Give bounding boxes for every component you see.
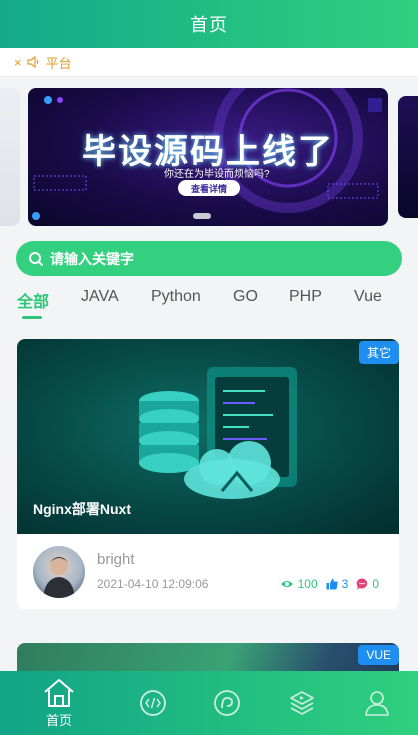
tab-vue[interactable]: Vue [354,288,382,306]
avatar-image [43,557,75,598]
tabbar-item-profile[interactable] [347,671,407,735]
eye-icon [280,581,293,587]
notice-text: 平台 [45,55,72,71]
category-badge: 其它 [358,341,399,364]
thumbs-up-icon [326,578,338,590]
tab-java[interactable]: JAVA [81,288,119,306]
tab-all[interactable]: 全部 [17,288,49,312]
comment-count: 0 [372,577,379,591]
app-header: 首页 [0,0,418,48]
compass-icon [214,690,240,716]
view-count: 100 [297,577,318,591]
tabbar-item-discover[interactable] [197,671,257,735]
post-stats: 100 3 0 [280,577,383,591]
banner-carousel[interactable]: 毕设源码上线了 你还在为毕设而烦恼吗? 查看详情 [0,86,418,230]
banner-slide[interactable]: 毕设源码上线了 你还在为毕设而烦恼吗? 查看详情 [28,88,388,226]
tab-go[interactable]: GO [233,288,258,306]
tab-php[interactable]: PHP [289,288,322,306]
speaker-icon [26,56,38,68]
post-card[interactable]: 其它 Nginx部署Nuxt bright 2021-04-10 12:09:0… [17,339,399,609]
search-icon [29,251,43,266]
avatar[interactable] [33,546,85,598]
post-date: 2021-04-10 12:09:06 [97,577,209,591]
comment-icon [356,578,368,590]
close-icon[interactable]: × [14,55,22,70]
banner-prev-slide[interactable] [0,88,20,226]
bottom-tab-bar: 首页 [0,671,418,735]
carousel-indicator[interactable] [193,213,211,219]
post-title[interactable]: Nginx部署Nuxt [33,499,131,519]
post-author: bright [97,551,135,568]
category-tabs: 全部 JAVA Python GO PHP Vue [0,284,418,320]
user-icon [365,691,389,716]
banner-next-slide[interactable] [398,96,418,218]
like-count: 3 [341,577,349,591]
category-badge: VUE [358,645,399,665]
video-layers-icon [290,691,314,715]
tabbar-item-code[interactable] [123,671,183,735]
notice-bar: × 平台 [0,48,418,77]
page-title: 首页 [190,15,228,35]
tabbar-item-home[interactable]: 首页 [29,671,89,735]
active-tab-indicator [22,316,42,319]
search-bar[interactable]: 请输入关键字 [16,241,402,276]
banner-subtitle: 你还在为毕设而烦恼吗? [164,169,270,180]
banner-details-button[interactable]: 查看详情 [178,180,240,196]
home-icon [44,678,74,707]
search-placeholder: 请输入关键字 [50,250,134,267]
tabbar-label-home: 首页 [45,712,72,728]
code-icon [140,690,166,716]
post-cover-image[interactable]: 其它 Nginx部署Nuxt [17,339,399,534]
tab-python[interactable]: Python [151,288,201,306]
tabbar-item-videos[interactable] [272,671,332,735]
